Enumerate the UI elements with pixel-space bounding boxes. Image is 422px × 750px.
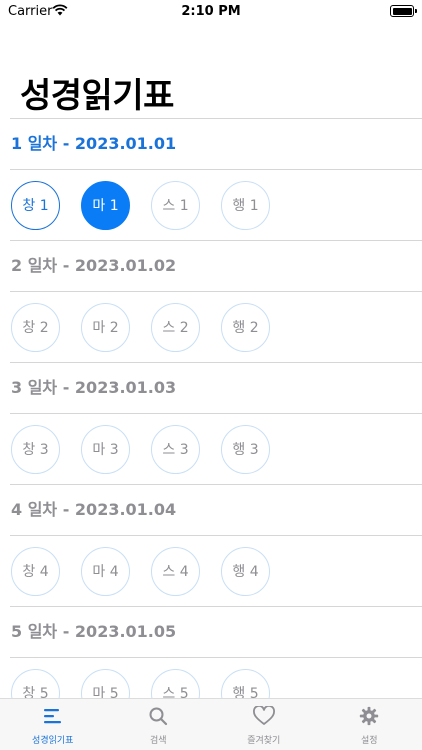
tab-label: 성경읽기표 xyxy=(32,736,74,746)
reading-chip[interactable]: 스 3 xyxy=(151,424,200,474)
tab-gear[interactable]: 설정 xyxy=(317,699,422,750)
tab-list[interactable]: 성경읽기표 xyxy=(0,699,106,750)
battery-icon xyxy=(390,5,417,17)
tab-heart[interactable]: 즐겨찾기 xyxy=(211,699,317,750)
reading-chip[interactable]: 창 3 xyxy=(11,424,60,474)
reading-chip[interactable]: 행 2 xyxy=(221,302,270,352)
day-header: 5 일차 - 2023.01.05 xyxy=(11,622,177,641)
day-header: 2 일차 - 2023.01.02 xyxy=(11,256,177,275)
day-header: 1 일차 - 2023.01.01 xyxy=(11,134,177,153)
reading-chip[interactable]: 스 1 xyxy=(151,180,200,230)
reading-row: 창 3 마 3 스 3 행 3 xyxy=(0,414,422,484)
reading-chip[interactable]: 스 4 xyxy=(151,546,200,596)
list-icon xyxy=(41,706,65,730)
reading-row: 창 2 마 2 스 2 행 2 xyxy=(0,292,422,362)
reading-chip[interactable]: 창 4 xyxy=(11,546,60,596)
reading-chip[interactable]: 창 2 xyxy=(11,302,60,352)
reading-chip[interactable]: 마 4 xyxy=(81,546,130,596)
day-header: 4 일차 - 2023.01.04 xyxy=(11,500,177,519)
day-header: 3 일차 - 2023.01.03 xyxy=(11,378,177,397)
reading-row: 창 1 마 1 스 1 행 1 xyxy=(0,170,422,240)
tab-label: 즐겨찾기 xyxy=(247,736,281,746)
search-icon xyxy=(146,706,170,730)
reading-row: 창 4 마 4 스 4 행 4 xyxy=(0,536,422,606)
clock-label: 2:10 PM xyxy=(181,4,241,19)
tab-label: 검색 xyxy=(149,736,167,746)
reading-chip[interactable]: 마 3 xyxy=(81,424,130,474)
reading-chip[interactable]: 스 2 xyxy=(151,302,200,352)
tab-label: 설정 xyxy=(360,736,378,746)
reading-chip[interactable]: 행 3 xyxy=(221,424,270,474)
reading-chip[interactable]: 마 1 xyxy=(81,180,130,230)
gear-icon xyxy=(357,706,381,730)
reading-chip[interactable]: 창 1 xyxy=(11,180,60,230)
reading-plan-list[interactable]: 1 일차 - 2023.01.01 창 1 마 1 스 1 행 1 2 일차 - 2023… xyxy=(0,118,422,728)
reading-chip[interactable]: 행 1 xyxy=(221,180,270,230)
page-title: 성경읽기표 xyxy=(20,76,174,116)
status-bar: Carrier 2:10 PM xyxy=(0,0,422,24)
reading-chip[interactable]: 마 2 xyxy=(81,302,130,352)
reading-chip[interactable]: 행 4 xyxy=(221,546,270,596)
tab-bar: 성경읽기표 검색 즐겨찾기 설정 xyxy=(0,698,422,750)
heart-icon xyxy=(252,705,276,730)
tab-search[interactable]: 검색 xyxy=(106,699,212,750)
